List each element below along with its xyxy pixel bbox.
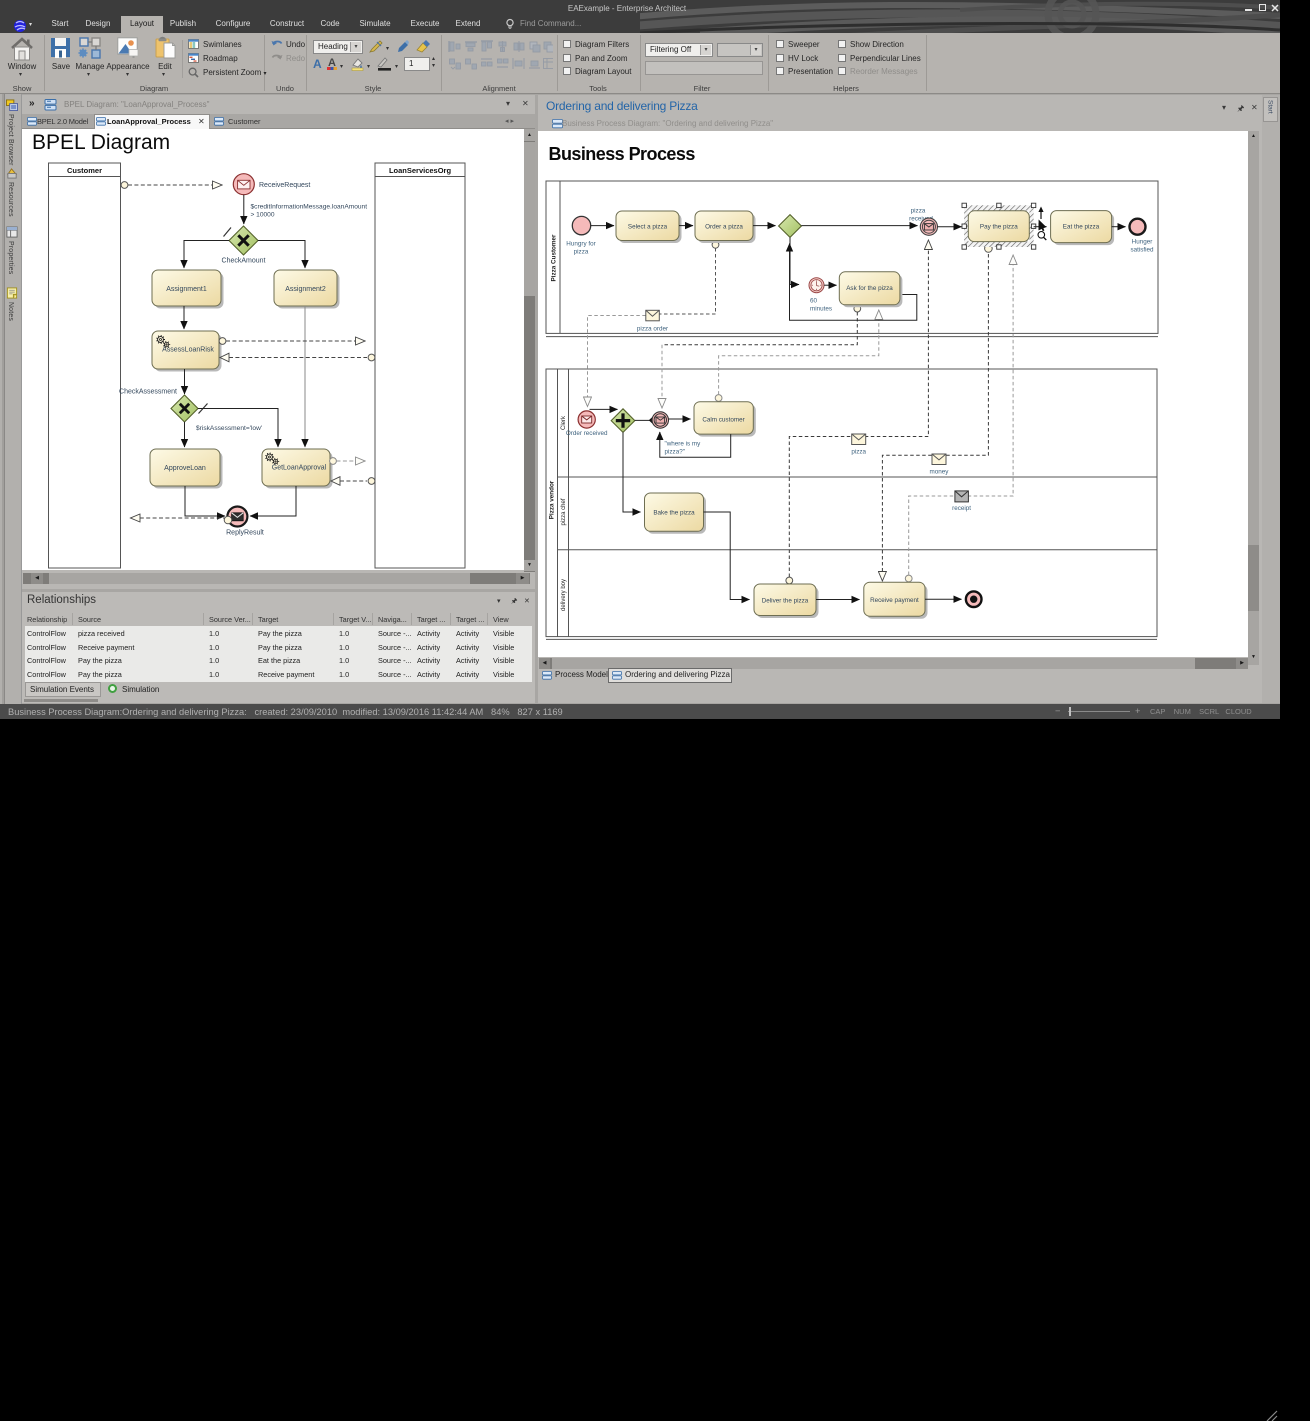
svg-text:AssessLoanRisk: AssessLoanRisk <box>162 347 214 354</box>
svg-text:Deliver the pizza: Deliver the pizza <box>762 598 809 605</box>
svg-text:satisfied: satisfied <box>1130 247 1154 254</box>
svg-text:Pay the pizza: Pay the pizza <box>980 224 1018 231</box>
svg-text:pizza order: pizza order <box>637 326 668 333</box>
svg-text:GetLoanApproval: GetLoanApproval <box>272 465 327 472</box>
svg-text:BPEL Diagram: BPEL Diagram <box>32 131 170 154</box>
svg-text:delivery boy: delivery boy <box>561 579 567 611</box>
svg-text:Hunger: Hunger <box>1132 239 1153 246</box>
svg-text:ReplyResult: ReplyResult <box>226 530 264 537</box>
svg-text:ReceiveRequest: ReceiveRequest <box>259 182 310 189</box>
svg-text:Clerk: Clerk <box>561 415 567 430</box>
svg-text:Order a pizza: Order a pizza <box>705 224 743 231</box>
svg-text:Assignment1: Assignment1 <box>166 286 207 293</box>
svg-text:pizza?": pizza?" <box>665 449 685 456</box>
svg-text:> 10000: > 10000 <box>251 212 275 219</box>
svg-text:CheckAmount: CheckAmount <box>222 258 266 265</box>
svg-text:Customer: Customer <box>67 166 102 175</box>
svg-text:Bake the pizza: Bake the pizza <box>653 510 695 517</box>
svg-text:CheckAssessment: CheckAssessment <box>119 389 177 396</box>
svg-text:$riskAssessment='low': $riskAssessment='low' <box>196 425 262 432</box>
svg-text:Assignment2: Assignment2 <box>285 286 326 293</box>
svg-text:Order received: Order received <box>566 430 608 437</box>
svg-text:Receive payment: Receive payment <box>870 597 919 604</box>
svg-text:minutes: minutes <box>810 306 832 313</box>
svg-text:ApproveLoan: ApproveLoan <box>164 465 206 472</box>
svg-text:Pizza Customer: Pizza Customer <box>551 234 558 281</box>
svg-text:pizza: pizza <box>911 208 926 215</box>
svg-text:Eat the pizza: Eat the pizza <box>1063 224 1100 231</box>
svg-text:Hungry for: Hungry for <box>566 241 595 248</box>
svg-text:Ask for the pizza: Ask for the pizza <box>846 285 893 292</box>
svg-text:Pizza vendor: Pizza vendor <box>549 480 556 519</box>
svg-text:LoanServicesOrg: LoanServicesOrg <box>389 166 452 175</box>
svg-text:receipt: receipt <box>952 505 971 512</box>
svg-text:Business Process: Business Process <box>549 144 696 164</box>
svg-text:pizza: pizza <box>574 249 589 256</box>
svg-text:"where is my: "where is my <box>665 441 702 448</box>
svg-text:Select a pizza: Select a pizza <box>628 224 668 231</box>
svg-text:$creditInformationMessage.loan: $creditInformationMessage.loanAmount <box>251 204 368 211</box>
svg-text:pizza chef: pizza chef <box>561 498 567 525</box>
svg-text:money: money <box>930 469 950 476</box>
svg-text:pizza: pizza <box>851 449 866 456</box>
svg-text:Calm customer: Calm customer <box>702 417 744 424</box>
svg-text:60: 60 <box>810 298 818 305</box>
